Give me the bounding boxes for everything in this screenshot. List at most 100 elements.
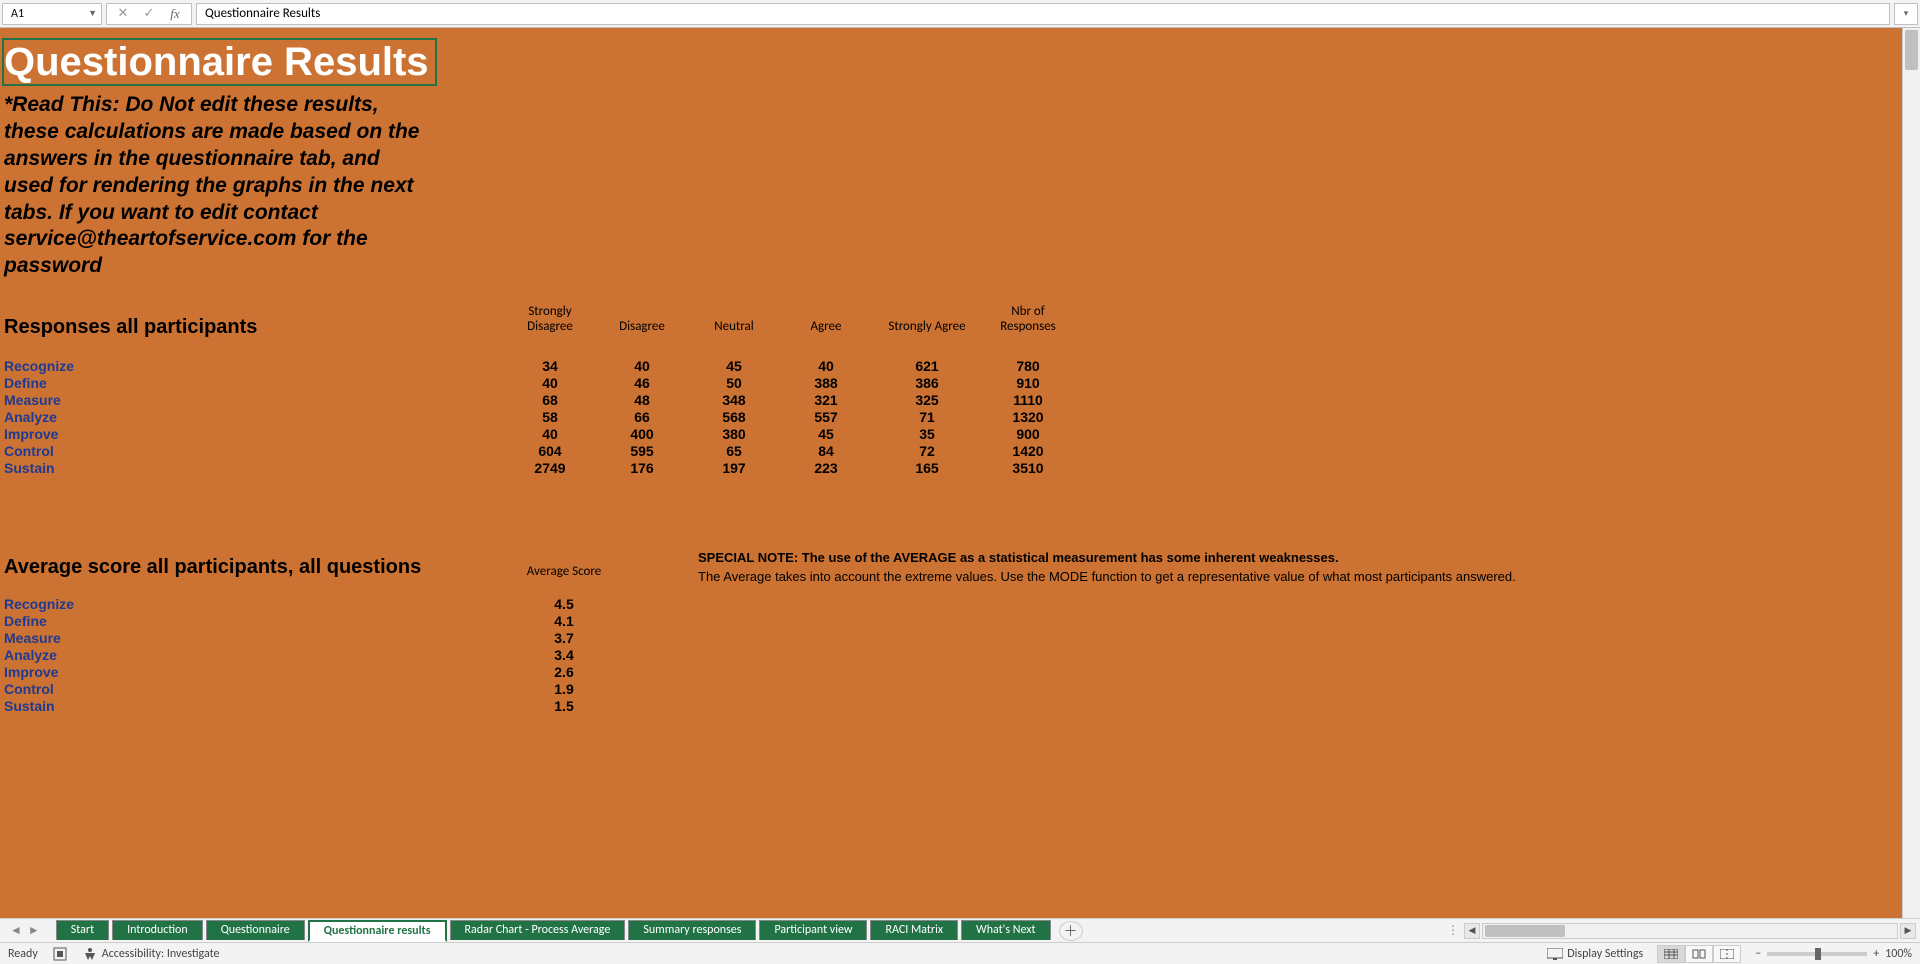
tab-nav: ◄ ► (0, 923, 50, 938)
hscroll-left-icon[interactable]: ◀ (1464, 923, 1480, 939)
cell-value: 325 (872, 392, 982, 408)
row-label: Improve (4, 426, 504, 442)
cell-value: 1420 (982, 443, 1074, 459)
horizontal-scrollbar[interactable]: ◀ ▶ (1460, 922, 1920, 940)
cell-value: 380 (688, 426, 780, 442)
view-buttons (1657, 945, 1741, 963)
cell-value: 3.4 (504, 647, 624, 663)
hscroll-track[interactable] (1482, 923, 1898, 939)
cell-value: 165 (872, 460, 982, 476)
table-row: Recognize34404540621780 (4, 357, 1902, 374)
cell-value: 40 (780, 358, 872, 374)
cell-value: 40 (504, 375, 596, 391)
cell-value: 348 (688, 392, 780, 408)
col-header: Nbr of Responses (982, 305, 1074, 335)
sheet-tab[interactable]: Radar Chart - Process Average (450, 920, 626, 940)
status-ready: Ready (8, 947, 38, 961)
status-bar: Ready Accessibility: Investigate Display… (0, 942, 1920, 964)
formula-buttons: ✕ ✓ fx (106, 3, 192, 25)
sheet-tab[interactable]: Start (56, 920, 109, 940)
display-settings-button[interactable]: Display Settings (1547, 947, 1643, 961)
cell-value: 66 (596, 409, 688, 425)
cell-value: 1110 (982, 392, 1074, 408)
zoom-level[interactable]: 100% (1885, 947, 1912, 961)
chevron-down-icon: ▼ (88, 8, 97, 19)
scrollbar-thumb[interactable] (1905, 30, 1918, 70)
cell-value: 3.7 (504, 630, 624, 646)
table-row: Measure3.7 (4, 629, 1902, 646)
name-box[interactable]: A1 ▼ (2, 3, 102, 25)
section-header-responses: Responses all participants (4, 316, 504, 339)
cell-value: 621 (872, 358, 982, 374)
zoom-control: − + 100% (1755, 947, 1912, 961)
cell-value: 68 (504, 392, 596, 408)
table-row: Define4.1 (4, 612, 1902, 629)
display-settings-icon (1547, 948, 1563, 960)
accessibility-status[interactable]: Accessibility: Investigate (82, 946, 220, 962)
view-page-layout-button[interactable] (1685, 945, 1713, 963)
view-page-break-button[interactable] (1713, 945, 1741, 963)
tabs: StartIntroductionQuestionnaireQuestionna… (56, 920, 1051, 942)
cancel-formula-icon[interactable]: ✕ (111, 4, 135, 24)
row-label: Measure (4, 630, 504, 646)
row-label: Sustain (4, 460, 504, 476)
page-title: Questionnaire Results (2, 38, 437, 86)
formula-bar: A1 ▼ ✕ ✓ fx Questionnaire Results ▾ (0, 0, 1920, 28)
cell-value: 50 (688, 375, 780, 391)
formula-expand-icon[interactable]: ▾ (1894, 3, 1918, 25)
table-row: Control1.9 (4, 680, 1902, 697)
row-label: Measure (4, 392, 504, 408)
row-label: Define (4, 613, 504, 629)
accept-formula-icon[interactable]: ✓ (137, 4, 161, 24)
cell-value: 1320 (982, 409, 1074, 425)
cell-value: 910 (982, 375, 1074, 391)
zoom-slider-thumb[interactable] (1815, 948, 1821, 960)
note-bold: SPECIAL NOTE: The use of the AVERAGE as … (698, 550, 1516, 565)
hscroll-thumb[interactable] (1485, 925, 1565, 937)
cell-value: 46 (596, 375, 688, 391)
add-sheet-button[interactable]: ＋ (1059, 921, 1083, 941)
macro-record-icon[interactable] (52, 946, 68, 962)
cell-value: 40 (504, 426, 596, 442)
zoom-in-button[interactable]: + (1873, 947, 1879, 961)
zoom-slider[interactable] (1767, 952, 1867, 956)
table-row: Recognize4.5 (4, 595, 1902, 612)
tab-split-handle[interactable]: ⋮ (1446, 923, 1460, 938)
cell-value: 900 (982, 426, 1074, 442)
row-label: Analyze (4, 409, 504, 425)
col-header: Strongly Disagree (504, 305, 596, 335)
view-normal-button[interactable] (1657, 945, 1685, 963)
zoom-out-button[interactable]: − (1755, 947, 1761, 961)
sheet-tab[interactable]: Participant view (759, 920, 867, 940)
vertical-scrollbar[interactable] (1902, 28, 1920, 918)
cell-value: 400 (596, 426, 688, 442)
note-plain: The Average takes into account the extre… (698, 569, 1516, 584)
sheet-tab[interactable]: Questionnaire (206, 920, 305, 940)
col-header: Neutral (688, 320, 780, 335)
cell-value: 223 (780, 460, 872, 476)
cell-value: 388 (780, 375, 872, 391)
worksheet-area: Questionnaire Results *Read This: Do Not… (0, 28, 1920, 918)
tab-nav-prev-icon[interactable]: ◄ (10, 923, 22, 938)
sheet-tab[interactable]: RACI Matrix (870, 920, 958, 940)
cell-value: 557 (780, 409, 872, 425)
hscroll-right-icon[interactable]: ▶ (1900, 923, 1916, 939)
sheet-tab[interactable]: What's Next (961, 920, 1050, 940)
worksheet-body[interactable]: Questionnaire Results *Read This: Do Not… (0, 28, 1902, 918)
fx-icon[interactable]: fx (163, 4, 187, 24)
sheet-tab[interactable]: Introduction (112, 920, 203, 940)
cell-value: 2749 (504, 460, 596, 476)
cell-value: 1.5 (504, 698, 624, 714)
cell-value: 4.1 (504, 613, 624, 629)
cell-value: 72 (872, 443, 982, 459)
table-row: Analyze3.4 (4, 646, 1902, 663)
row-label: Recognize (4, 596, 504, 612)
row-label: Analyze (4, 647, 504, 663)
cell-value: 45 (780, 426, 872, 442)
section-header-average: Average score all participants, all ques… (4, 556, 504, 579)
sheet-tab[interactable]: Questionnaire results (308, 920, 447, 942)
cell-value: 84 (780, 443, 872, 459)
tab-nav-next-icon[interactable]: ► (28, 923, 40, 938)
formula-input[interactable]: Questionnaire Results (196, 3, 1890, 25)
sheet-tab[interactable]: Summary responses (628, 920, 756, 940)
